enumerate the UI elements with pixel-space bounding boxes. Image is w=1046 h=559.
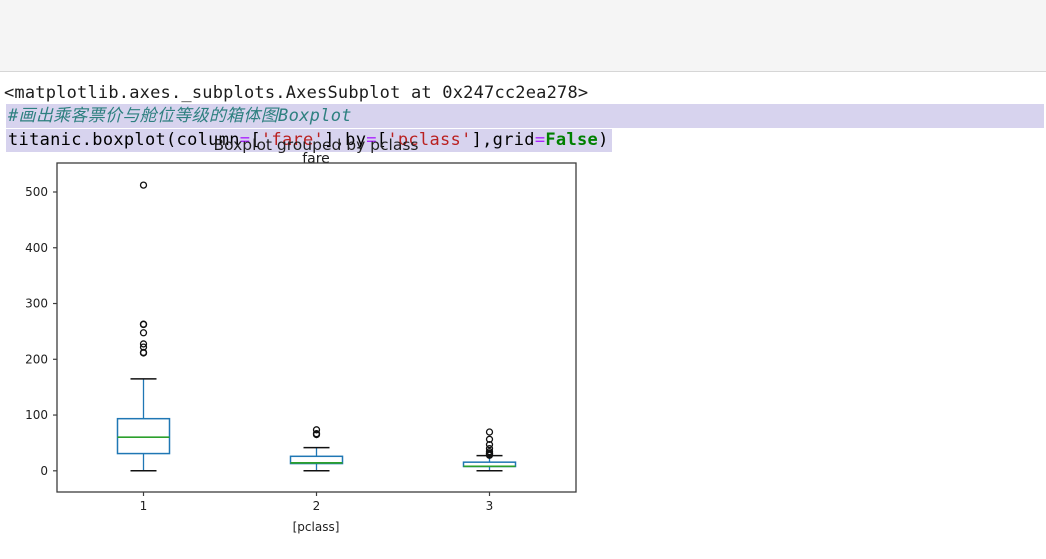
y-tick-label: 400 (25, 241, 48, 255)
y-tick-label: 500 (25, 185, 48, 199)
axes-frame (56, 162, 577, 493)
figure-title: fare (302, 151, 330, 167)
code-line-comment: #画出乘客票价与舱位等级的箱体图Boxplot (6, 56, 1046, 128)
output-repr: <matplotlib.axes._subplots.AxesSubplot a… (4, 83, 589, 103)
notebook-page: #画出乘客票价与舱位等级的箱体图Boxplot titanic.boxplot(… (0, 0, 1046, 559)
box-group-pclass-2 (289, 426, 344, 472)
outlier-point (139, 181, 148, 189)
x-axis-label: [pclass] (293, 520, 340, 534)
code-comment: #画出乘客票价与舱位等级的箱体图Boxplot (8, 106, 352, 126)
outlier-point (139, 329, 148, 337)
code-cell[interactable]: #画出乘客票价与舱位等级的箱体图Boxplot titanic.boxplot(… (0, 0, 1046, 152)
y-tick-label: 0 (40, 464, 48, 478)
selection-highlight: #画出乘客票价与舱位等级的箱体图Boxplot (6, 104, 1044, 128)
x-tick-label: 3 (486, 499, 494, 513)
x-tick-label: 1 (140, 499, 148, 513)
y-tick-label: 300 (25, 297, 48, 311)
box (116, 417, 171, 455)
plot-area: 0 100 200 300 400 500 1 2 3 (25, 162, 577, 513)
y-tick-label: 100 (25, 408, 48, 422)
outlier-point (485, 428, 494, 436)
y-tick-label: 200 (25, 352, 48, 366)
box-group-pclass-1 (116, 181, 171, 472)
boxplot-figure: Boxplot grouped by pclass fare 010020030… (25, 136, 577, 534)
x-tick-label: 2 (313, 499, 321, 513)
box-group-pclass-3 (462, 428, 517, 472)
